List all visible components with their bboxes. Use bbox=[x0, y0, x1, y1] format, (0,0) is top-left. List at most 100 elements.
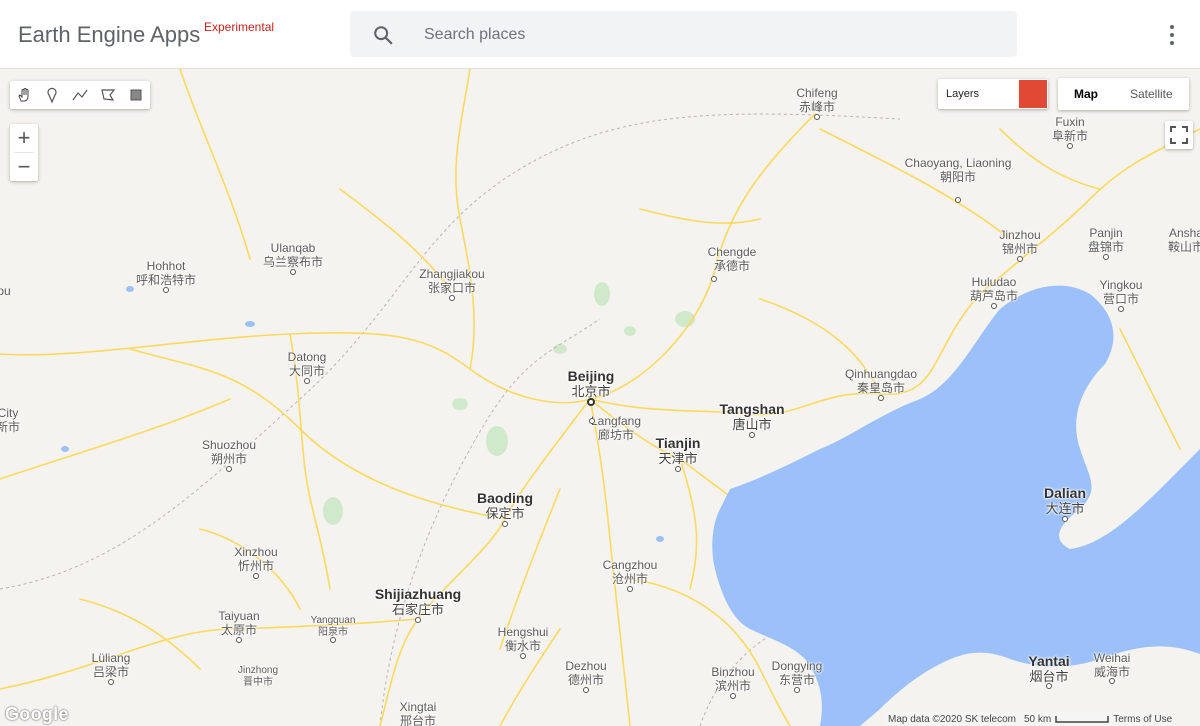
place-label: Jinzhong 晋中市 bbox=[237, 665, 279, 688]
point-marker-icon[interactable] bbox=[38, 81, 66, 109]
place-label: Yantai 烟台市 bbox=[1028, 653, 1070, 684]
fullscreen-icon bbox=[1170, 126, 1188, 144]
map-attribution: Map data ©2020 SK telecom 50 km Terms of… bbox=[884, 712, 1177, 726]
app-title[interactable]: Earth Engine Apps bbox=[18, 22, 200, 48]
city-marker bbox=[236, 637, 242, 643]
place-label: Cangzhou 沧州市 bbox=[602, 558, 658, 586]
place-label: Jinzhou 锦州市 bbox=[999, 228, 1041, 256]
terms-link[interactable]: Terms of Use bbox=[1109, 714, 1176, 725]
search-box[interactable] bbox=[350, 11, 1017, 59]
city-marker bbox=[1118, 306, 1124, 312]
place-label: Dongying 东营市 bbox=[771, 659, 823, 687]
zoom-in-button[interactable]: + bbox=[10, 124, 38, 152]
city-marker bbox=[878, 395, 884, 401]
place-label: Ulanqab 乌兰察布市 bbox=[262, 241, 324, 269]
more-vert-icon[interactable] bbox=[1160, 22, 1184, 48]
city-marker bbox=[253, 573, 259, 579]
place-label: Xinzhou 忻州市 bbox=[234, 545, 278, 573]
city-marker bbox=[163, 287, 169, 293]
place-label: Dalian 大连市 bbox=[1043, 485, 1087, 516]
rectangle-icon[interactable] bbox=[122, 81, 150, 109]
place-label: Tangshan 唐山市 bbox=[719, 401, 785, 432]
search-input[interactable] bbox=[422, 11, 986, 59]
google-logo: Google bbox=[5, 704, 69, 724]
city-marker bbox=[589, 418, 595, 424]
scale-label[interactable]: 50 km bbox=[1020, 714, 1055, 725]
zoom-control: + − bbox=[10, 124, 38, 181]
city-marker bbox=[814, 114, 820, 120]
city-marker bbox=[502, 521, 508, 527]
place-label: Ansha 鞍山市 bbox=[1167, 226, 1200, 254]
city-marker bbox=[749, 432, 755, 438]
polygon-icon[interactable] bbox=[94, 81, 122, 109]
map-type-map-button[interactable]: Map bbox=[1058, 78, 1114, 110]
city-marker bbox=[1062, 516, 1068, 522]
place-label: Baoding 保定市 bbox=[477, 490, 533, 521]
place-label: Shuozhou 朔州市 bbox=[201, 438, 257, 466]
city-marker bbox=[1103, 254, 1109, 260]
city-marker bbox=[108, 679, 114, 685]
place-label: ou bbox=[0, 284, 11, 298]
city-marker bbox=[794, 687, 800, 693]
city-marker bbox=[991, 303, 997, 309]
city-marker bbox=[711, 276, 717, 282]
city-marker bbox=[675, 466, 681, 472]
place-label: Chifeng 赤峰市 bbox=[796, 86, 838, 114]
city-marker bbox=[304, 378, 310, 384]
place-label: Chaoyang, Liaoning 朝阳市 bbox=[904, 156, 1012, 184]
city-marker bbox=[730, 693, 736, 699]
city-marker bbox=[583, 687, 589, 693]
city-marker bbox=[1109, 678, 1115, 684]
experimental-badge: Experimental bbox=[204, 20, 275, 34]
line-icon[interactable] bbox=[66, 81, 94, 109]
layer-color-swatch[interactable] bbox=[1019, 80, 1047, 108]
place-label-capital: Beijing 北京市 bbox=[567, 368, 615, 399]
capital-marker bbox=[587, 398, 595, 406]
place-label: Lüliang 吕梁市 bbox=[91, 651, 131, 679]
map-type-control: Map Satellite bbox=[1058, 78, 1189, 110]
place-label: Datong 大同市 bbox=[287, 350, 327, 378]
map-type-satellite-button[interactable]: Satellite bbox=[1114, 78, 1189, 110]
city-marker bbox=[290, 269, 296, 275]
place-label: Xingtai 邢台市 bbox=[399, 700, 437, 726]
place-label: Zhangjiakou 张家口市 bbox=[419, 267, 485, 295]
place-label: Yangquan 阳泉市 bbox=[310, 615, 356, 638]
zoom-out-button[interactable]: − bbox=[10, 153, 38, 181]
city-marker bbox=[520, 653, 526, 659]
city-marker bbox=[1046, 683, 1052, 689]
city-marker bbox=[1017, 256, 1023, 262]
layers-label: Layers bbox=[946, 88, 980, 100]
city-marker bbox=[330, 637, 336, 643]
app-header: Earth Engine Apps Experimental bbox=[0, 0, 1200, 69]
city-marker bbox=[627, 586, 633, 592]
place-label: Shijiazhuang 石家庄市 bbox=[374, 586, 462, 617]
place-label: Huludao 葫芦岛市 bbox=[969, 275, 1019, 303]
place-label: Weihai 威海市 bbox=[1093, 651, 1131, 679]
place-label: Langfang 廊坊市 bbox=[590, 414, 642, 442]
layers-control[interactable]: Layers bbox=[938, 79, 1048, 109]
hand-pan-icon[interactable] bbox=[10, 81, 38, 109]
city-marker bbox=[226, 466, 232, 472]
place-label: Dezhou 德州市 bbox=[565, 659, 607, 687]
place-label: Binzhou 滨州市 bbox=[711, 665, 755, 693]
place-label: Qinhuangdao 秦皇岛市 bbox=[844, 367, 918, 395]
city-marker bbox=[449, 295, 455, 301]
place-label: Yingkou 营口市 bbox=[1099, 278, 1143, 306]
city-marker bbox=[1067, 143, 1073, 149]
place-label: Fuxin 阜新市 bbox=[1051, 115, 1089, 143]
place-label: City 新市 bbox=[0, 406, 21, 434]
place-label: Hohhot 呼和浩特市 bbox=[135, 259, 197, 287]
scale-bar bbox=[1055, 716, 1109, 723]
city-marker bbox=[415, 617, 421, 623]
fullscreen-button[interactable] bbox=[1165, 121, 1193, 149]
place-label: Taiyuan 太原市 bbox=[218, 609, 260, 637]
city-marker bbox=[955, 197, 961, 203]
map-canvas[interactable]: Chifeng 赤峰市 Fuxin 阜新市 Chaoyang, Liaoning 朝阳… bbox=[0, 69, 1200, 726]
place-label: Hengshui 衡水市 bbox=[497, 625, 549, 653]
place-label: Chengde 承德市 bbox=[707, 245, 757, 273]
search-icon[interactable] bbox=[372, 24, 394, 46]
place-label: Panjin 盘锦市 bbox=[1087, 226, 1125, 254]
place-label: Tianjin 天津市 bbox=[655, 435, 701, 466]
map-data-credit[interactable]: Map data ©2020 SK telecom bbox=[884, 714, 1020, 725]
drawing-tools bbox=[10, 81, 150, 109]
